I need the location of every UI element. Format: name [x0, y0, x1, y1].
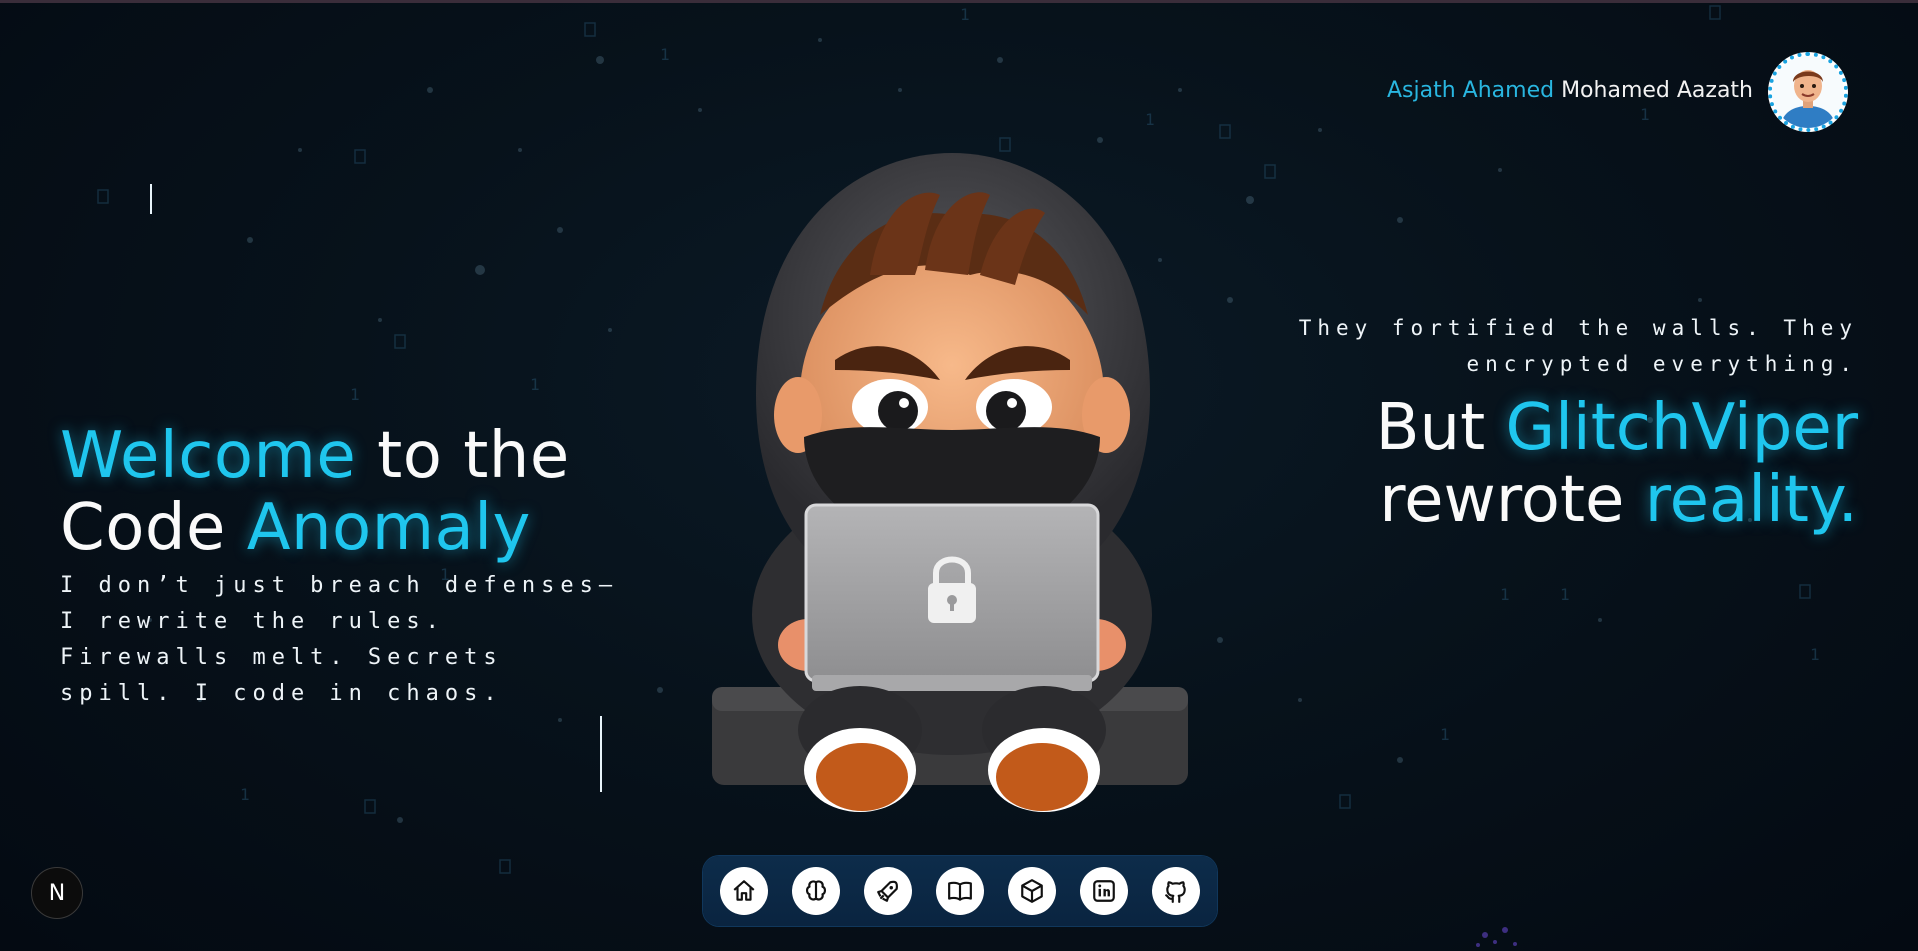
next-badge-label: N	[48, 880, 66, 906]
svg-text:1: 1	[530, 375, 540, 394]
welcome-word: Welcome	[60, 419, 357, 493]
code-word: Code	[60, 491, 247, 565]
svg-text:1: 1	[1440, 725, 1450, 744]
welcome-rest: to the	[356, 419, 570, 493]
svg-text:1: 1	[660, 45, 670, 64]
text-cursor	[600, 716, 602, 792]
github-icon	[1165, 881, 1186, 903]
book-icon	[948, 881, 972, 901]
svg-text:1: 1	[1500, 585, 1510, 604]
left-subtitle: I don’t just breach defenses— I rewrite …	[60, 573, 619, 706]
svg-text:1: 1	[1560, 585, 1570, 604]
avatar-icon	[1772, 56, 1844, 128]
svg-text:1: 1	[1145, 110, 1155, 129]
bottom-dock	[703, 856, 1217, 926]
svg-text:1: 1	[1810, 645, 1820, 664]
brand-name[interactable]: Asjath Ahamed Mohamed Aazath	[1387, 78, 1753, 103]
dock-home-button[interactable]	[720, 867, 768, 915]
avatar[interactable]	[1768, 52, 1848, 132]
next-badge-button[interactable]: N	[31, 867, 83, 919]
brain-icon	[805, 880, 827, 901]
cube-icon	[1021, 879, 1043, 903]
hacker-character-illustration	[712, 153, 1188, 812]
rocket-icon	[877, 880, 898, 902]
svg-text:1: 1	[240, 785, 250, 804]
welcome-heading: Welcome to the Code Anomaly	[60, 420, 620, 564]
brand-first-name: Asjath Ahamed	[1387, 78, 1555, 103]
dock-github-button[interactable]	[1152, 867, 1200, 915]
home-icon	[733, 880, 755, 901]
text-cursor	[150, 184, 152, 214]
dock-book-button[interactable]	[936, 867, 984, 915]
anomaly-word: Anomaly	[246, 491, 531, 565]
svg-text:1: 1	[1640, 105, 1650, 124]
dock-linkedin-button[interactable]	[1080, 867, 1128, 915]
rewrote-word: rewrote	[1379, 463, 1645, 537]
linkedin-icon	[1093, 880, 1115, 902]
brand-last-name: Mohamed Aazath	[1561, 78, 1753, 103]
right-subtitle: They fortified the walls. They encrypted…	[1298, 316, 1858, 376]
svg-text:1: 1	[350, 385, 360, 404]
dock-brain-button[interactable]	[792, 867, 840, 915]
dock-cube-button[interactable]	[1008, 867, 1056, 915]
reality-word: reality.	[1644, 463, 1858, 537]
glitchviper-word: GlitchViper	[1505, 391, 1858, 465]
dock-rocket-button[interactable]	[864, 867, 912, 915]
but-word: But	[1375, 391, 1506, 465]
glitchviper-heading: But GlitchViper rewrote reality.	[1218, 392, 1858, 536]
svg-text:1: 1	[960, 5, 970, 24]
